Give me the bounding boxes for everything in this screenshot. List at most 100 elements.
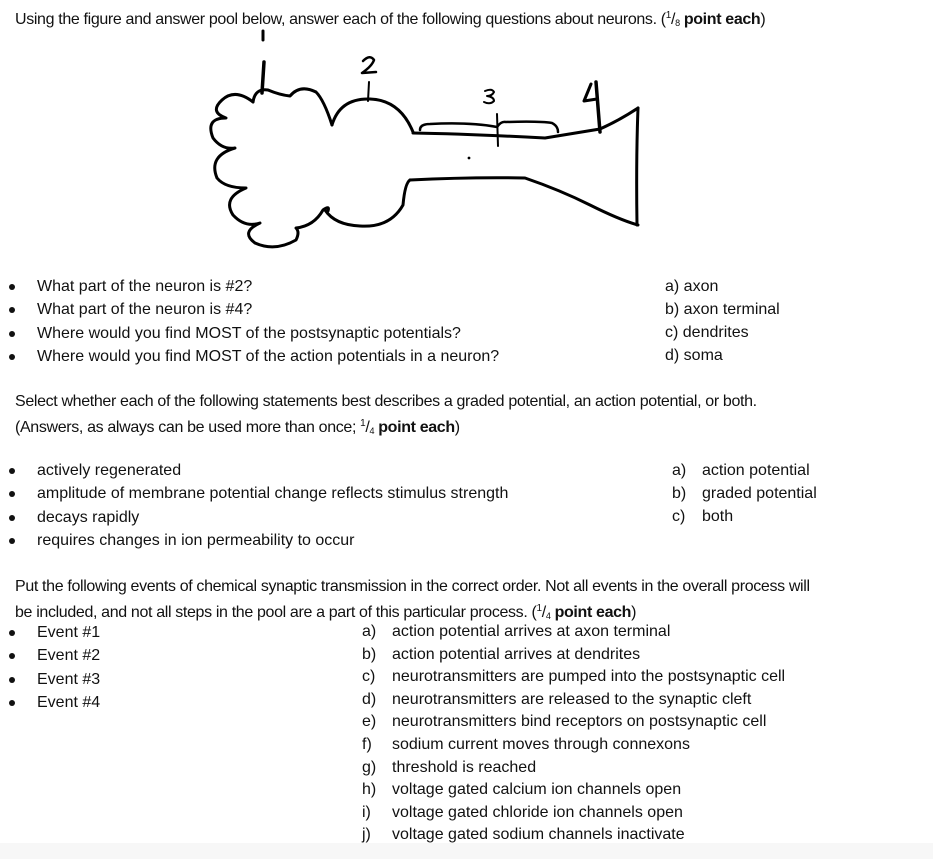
potential-answer-pool: a) action potential b) graded potential c)… xyxy=(672,459,817,528)
section3-instruction: Put the following events of chemical syn… xyxy=(15,576,810,627)
bullet-icon xyxy=(9,653,15,660)
step-option: g) threshold is reached xyxy=(362,757,785,780)
option-text: action potential arrives at dendrites xyxy=(392,645,641,663)
bullet-icon xyxy=(9,537,15,544)
option-label: d) xyxy=(362,690,377,708)
neuron-answer-pool: a) axon b) axon terminal c) dendrites d)… xyxy=(665,275,780,367)
statement-text: actively regenerated xyxy=(37,462,182,479)
instruction-line-1: Put the following events of chemical syn… xyxy=(15,578,810,595)
bullet-icon xyxy=(9,468,15,474)
question-text: Where would you find MOST of the action … xyxy=(37,347,500,365)
axon-terminal-end xyxy=(635,106,640,227)
step-option: a) action potential arrives at axon termi… xyxy=(362,621,785,644)
event-item: Event #1 xyxy=(0,621,100,644)
statement-text: amplitude of membrane potential change r… xyxy=(37,485,509,503)
question-text: Where would you find MOST of the postsyn… xyxy=(37,324,461,342)
statement-item: requires changes in ion permeability to … xyxy=(0,529,508,552)
bullet-icon xyxy=(9,330,15,337)
option-text: action potential xyxy=(702,462,810,479)
neuron-questions: What part of the neuron is #2? What part… xyxy=(0,275,499,368)
label-3-pointer xyxy=(496,113,499,147)
option-label: a) xyxy=(362,623,377,640)
answer-option: a) axon xyxy=(665,278,719,295)
step-option: i) voltage gated chloride ion channels op… xyxy=(362,802,785,825)
step-option: h) voltage gated calcium ion channels ope… xyxy=(362,779,785,802)
bullet-icon xyxy=(9,353,15,360)
worksheet-page: Using the figure and answer pool below, … xyxy=(0,0,933,843)
bullet-icon xyxy=(9,491,15,498)
points-label: point each xyxy=(550,604,632,621)
event-text: Event #2 xyxy=(37,647,101,665)
fraction-numerator: 1 xyxy=(665,10,672,21)
event-text: Event #4 xyxy=(37,693,101,711)
instruction-line-2: (Answers, as always can be used more tha… xyxy=(15,413,757,442)
option-text: both xyxy=(702,508,734,525)
close-paren: ) xyxy=(454,419,460,436)
statement-text: decays rapidly xyxy=(37,508,140,526)
points-fraction: 1/8 xyxy=(665,10,680,28)
step-option: e) neurotransmitters bind receptors on po… xyxy=(362,711,785,734)
option-label: g) xyxy=(362,758,377,776)
answer-option: c) dendrites xyxy=(665,324,749,341)
statement-item: actively regenerated xyxy=(0,459,508,482)
option-text: neurotransmitters are released to the sy… xyxy=(392,690,752,708)
option-label: h) xyxy=(362,781,377,799)
fraction-numerator: 1 xyxy=(536,603,543,614)
bullet-icon xyxy=(9,676,15,683)
step-option: d) neurotransmitters are released to the … xyxy=(362,689,785,712)
step-option: c) neurotransmitters are pumped into the … xyxy=(362,666,785,689)
instruction-text: be included, and not all steps in the po… xyxy=(15,604,537,621)
stray-dot xyxy=(467,156,471,160)
bullet-icon xyxy=(9,284,15,290)
option-text: voltage gated sodium channels inactivate xyxy=(392,826,685,844)
option-label: i) xyxy=(362,803,371,821)
axon-bottom xyxy=(408,176,640,227)
option-label: c) xyxy=(672,508,686,525)
option-text: voltage gated calcium ion channels open xyxy=(392,781,682,799)
question-text: What part of the neuron is #4? xyxy=(37,301,253,319)
bullet-icon xyxy=(9,630,15,636)
option-label: b) xyxy=(672,485,687,502)
option-label: b) xyxy=(362,645,377,663)
option-text: threshold is reached xyxy=(392,758,537,776)
answer-option: c) both xyxy=(672,505,817,528)
label-3 xyxy=(483,88,495,105)
option-text: sodium current moves through connexons xyxy=(392,735,690,753)
question-item: Where would you find MOST of the postsyn… xyxy=(0,322,499,345)
option-label: e) xyxy=(362,713,377,731)
synaptic-events: Event #1 Event #2 Event #3 Event #4 xyxy=(0,621,100,714)
label-2 xyxy=(360,56,378,75)
fraction-numerator: 1 xyxy=(360,418,366,429)
option-text: graded potential xyxy=(702,485,817,502)
dendrites-top xyxy=(251,87,334,127)
close-paren: ) xyxy=(760,11,766,28)
potential-statements: actively regenerated amplitude of membra… xyxy=(0,459,508,552)
question-text: What part of the neuron is #2? xyxy=(37,278,253,295)
dendrites-outline xyxy=(209,93,330,249)
event-text: Event #1 xyxy=(37,624,101,641)
synaptic-step-pool: a) action potential arrives at axon termi… xyxy=(362,621,785,847)
event-item: Event #2 xyxy=(0,644,100,667)
soma-outline-bottom xyxy=(323,178,412,228)
answer-option: b) graded potential xyxy=(672,482,817,505)
bullet-icon xyxy=(9,307,15,314)
points-fraction: 1/4 xyxy=(360,418,375,436)
statement-item: amplitude of membrane potential change r… xyxy=(0,482,508,505)
points-label: point each xyxy=(374,419,455,436)
answer-option: b) axon terminal xyxy=(665,301,780,318)
answer-option: d) soma xyxy=(665,347,723,364)
event-text: Event #3 xyxy=(37,670,101,688)
page-bottom-strip xyxy=(0,843,933,859)
option-text: neurotransmitters are pumped into the po… xyxy=(392,668,786,686)
bullet-icon xyxy=(9,514,15,521)
step-option: b) action potential arrives at dendrites xyxy=(362,644,785,667)
bullet-icon xyxy=(9,699,15,706)
answer-option: a) action potential xyxy=(672,459,817,482)
option-text: voltage gated chloride ion channels open xyxy=(392,803,683,821)
option-text: action potential arrives at axon termina… xyxy=(392,623,671,640)
question-item: Where would you find MOST of the action … xyxy=(0,345,499,368)
event-item: Event #4 xyxy=(0,691,100,714)
option-label: f) xyxy=(362,735,372,753)
event-item: Event #3 xyxy=(0,668,100,691)
option-text: neurotransmitters bind receptors on post… xyxy=(392,713,767,731)
